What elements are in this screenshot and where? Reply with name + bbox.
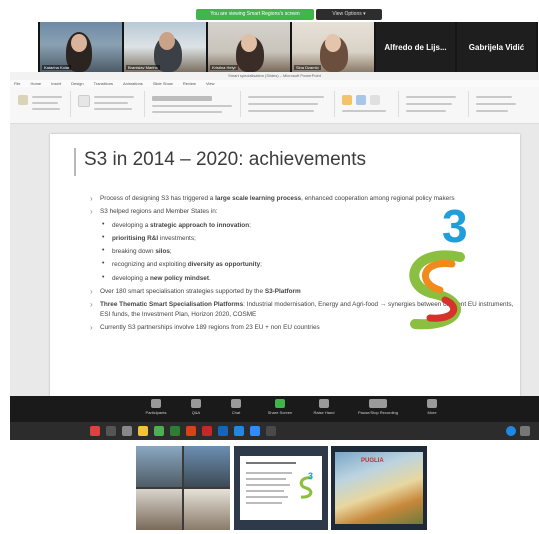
participant-video-strip: Katarina Kolar Branislav Marinc Kristina… bbox=[38, 22, 538, 72]
powerpoint-icon[interactable] bbox=[186, 426, 196, 436]
ribbon-tab[interactable]: Home bbox=[30, 80, 41, 87]
puglia-label: PUGLIA bbox=[361, 458, 384, 464]
svg-text:3: 3 bbox=[308, 471, 313, 481]
participant-tile[interactable]: Gabrijela Vidić bbox=[457, 22, 536, 72]
participant-name: Kristina Helyr bbox=[210, 65, 238, 70]
video-thumbnail bbox=[184, 446, 230, 487]
collage-slide-thumbnail: 3 bbox=[234, 446, 328, 530]
share-screen-button[interactable]: Share Screen bbox=[262, 399, 298, 415]
participant-name: Branislav Marinc bbox=[126, 65, 160, 70]
participant-name: Gabrijela Vidić bbox=[468, 42, 525, 52]
participant-tile[interactable]: Katarina Kolar bbox=[40, 22, 122, 72]
participant-tile[interactable]: Kristina Helyr bbox=[208, 22, 290, 72]
ribbon-tab[interactable]: View bbox=[206, 80, 215, 87]
video-thumbnail bbox=[136, 489, 182, 530]
ribbon-toolbar bbox=[10, 87, 539, 124]
zoom-meeting-toolbar: Participants Q&A Chat Share Screen Raise… bbox=[10, 396, 539, 422]
word-icon[interactable] bbox=[218, 426, 228, 436]
svg-text:3: 3 bbox=[442, 202, 468, 252]
excel-icon[interactable] bbox=[170, 426, 180, 436]
title-accent-bar bbox=[74, 148, 76, 176]
ribbon-group-clipboard bbox=[14, 91, 71, 117]
slide-thumbnail: 3 bbox=[240, 456, 322, 520]
collage-video-grid bbox=[136, 446, 230, 530]
more-button[interactable]: More bbox=[414, 399, 450, 415]
slide-editor-area: S3 in 2014 – 2020: achievements Process … bbox=[10, 124, 539, 396]
ribbon-tab[interactable]: File bbox=[14, 80, 20, 87]
participants-button[interactable]: Participants bbox=[138, 399, 174, 415]
chrome-icon[interactable] bbox=[154, 426, 164, 436]
arrange-icon[interactable] bbox=[356, 95, 366, 105]
ribbon-group-slides bbox=[74, 91, 145, 117]
participant-tile[interactable]: Sina Dzamlo bbox=[292, 22, 374, 72]
qa-button[interactable]: Q&A bbox=[178, 399, 214, 415]
video-thumbnail bbox=[184, 489, 230, 530]
ribbon-tab[interactable]: Review bbox=[183, 80, 196, 87]
file-explorer-icon[interactable] bbox=[138, 426, 148, 436]
paste-icon[interactable] bbox=[18, 95, 28, 105]
slide: S3 in 2014 – 2020: achievements Process … bbox=[50, 134, 520, 396]
participant-name: Alfredo de Lijs... bbox=[384, 42, 447, 52]
ribbon-tab[interactable]: Animations bbox=[123, 80, 143, 87]
ribbon-tab[interactable]: Design bbox=[71, 80, 83, 87]
powerpoint-title-bar: Smart specialisation (Slides) – Microsof… bbox=[10, 72, 539, 80]
app-icon[interactable] bbox=[266, 426, 276, 436]
participant-name: Katarina Kolar bbox=[42, 65, 72, 70]
screen-share-banner: You are viewing Smart Regions's screen bbox=[196, 9, 314, 20]
windows-taskbar bbox=[10, 422, 539, 440]
qa-icon bbox=[191, 399, 201, 408]
video-thumbnail bbox=[136, 446, 182, 487]
ribbon-group-editing bbox=[472, 91, 532, 117]
ribbon-group-drawing bbox=[338, 91, 399, 117]
zoom-icon[interactable] bbox=[250, 426, 260, 436]
acrobat-icon[interactable] bbox=[202, 426, 212, 436]
share-screen-icon bbox=[275, 399, 285, 408]
task-view-icon[interactable] bbox=[122, 426, 132, 436]
chat-icon bbox=[231, 399, 241, 408]
shapes-icon[interactable] bbox=[342, 95, 352, 105]
new-slide-icon[interactable] bbox=[78, 95, 90, 107]
ribbon-group-paragraph bbox=[244, 91, 335, 117]
outlook-icon[interactable] bbox=[234, 426, 244, 436]
search-icon[interactable] bbox=[106, 426, 116, 436]
participant-tile[interactable]: Alfredo de Lijs... bbox=[376, 22, 455, 72]
view-options-button[interactable]: View Options ▾ bbox=[316, 9, 382, 20]
participant-tile[interactable]: Branislav Marinc bbox=[124, 22, 206, 72]
ribbon-group-styles bbox=[402, 91, 469, 117]
s3-logo: 3 bbox=[409, 202, 468, 330]
collage-image-thumbnail: PUGLIA bbox=[331, 446, 427, 530]
s3-logo-thumbnail: 3 bbox=[299, 471, 313, 499]
chat-button[interactable]: Chat bbox=[218, 399, 254, 415]
raise-hand-button[interactable]: Raise Hand bbox=[306, 399, 342, 415]
ribbon-tab[interactable]: Slide Show bbox=[153, 80, 173, 87]
participants-icon bbox=[151, 399, 161, 408]
quick-styles-icon[interactable] bbox=[370, 95, 380, 105]
start-icon[interactable] bbox=[90, 426, 100, 436]
slide-title: S3 in 2014 – 2020: achievements bbox=[84, 149, 367, 170]
raise-hand-icon bbox=[319, 399, 329, 408]
ribbon-group-font bbox=[148, 91, 241, 117]
participant-name: Sina Dzamlo bbox=[294, 65, 321, 70]
ribbon-tab[interactable]: Transitions bbox=[94, 80, 113, 87]
pause-recording-button[interactable]: Pause/Stop Recording bbox=[352, 399, 404, 415]
system-tray-icon[interactable] bbox=[520, 426, 530, 436]
more-icon bbox=[427, 399, 437, 408]
notification-icon[interactable] bbox=[506, 426, 516, 436]
pause-stop-icon bbox=[369, 399, 387, 408]
ribbon-tabs: File Home Insert Design Transitions Anim… bbox=[10, 80, 539, 87]
ribbon-tab[interactable]: Insert bbox=[51, 80, 61, 87]
